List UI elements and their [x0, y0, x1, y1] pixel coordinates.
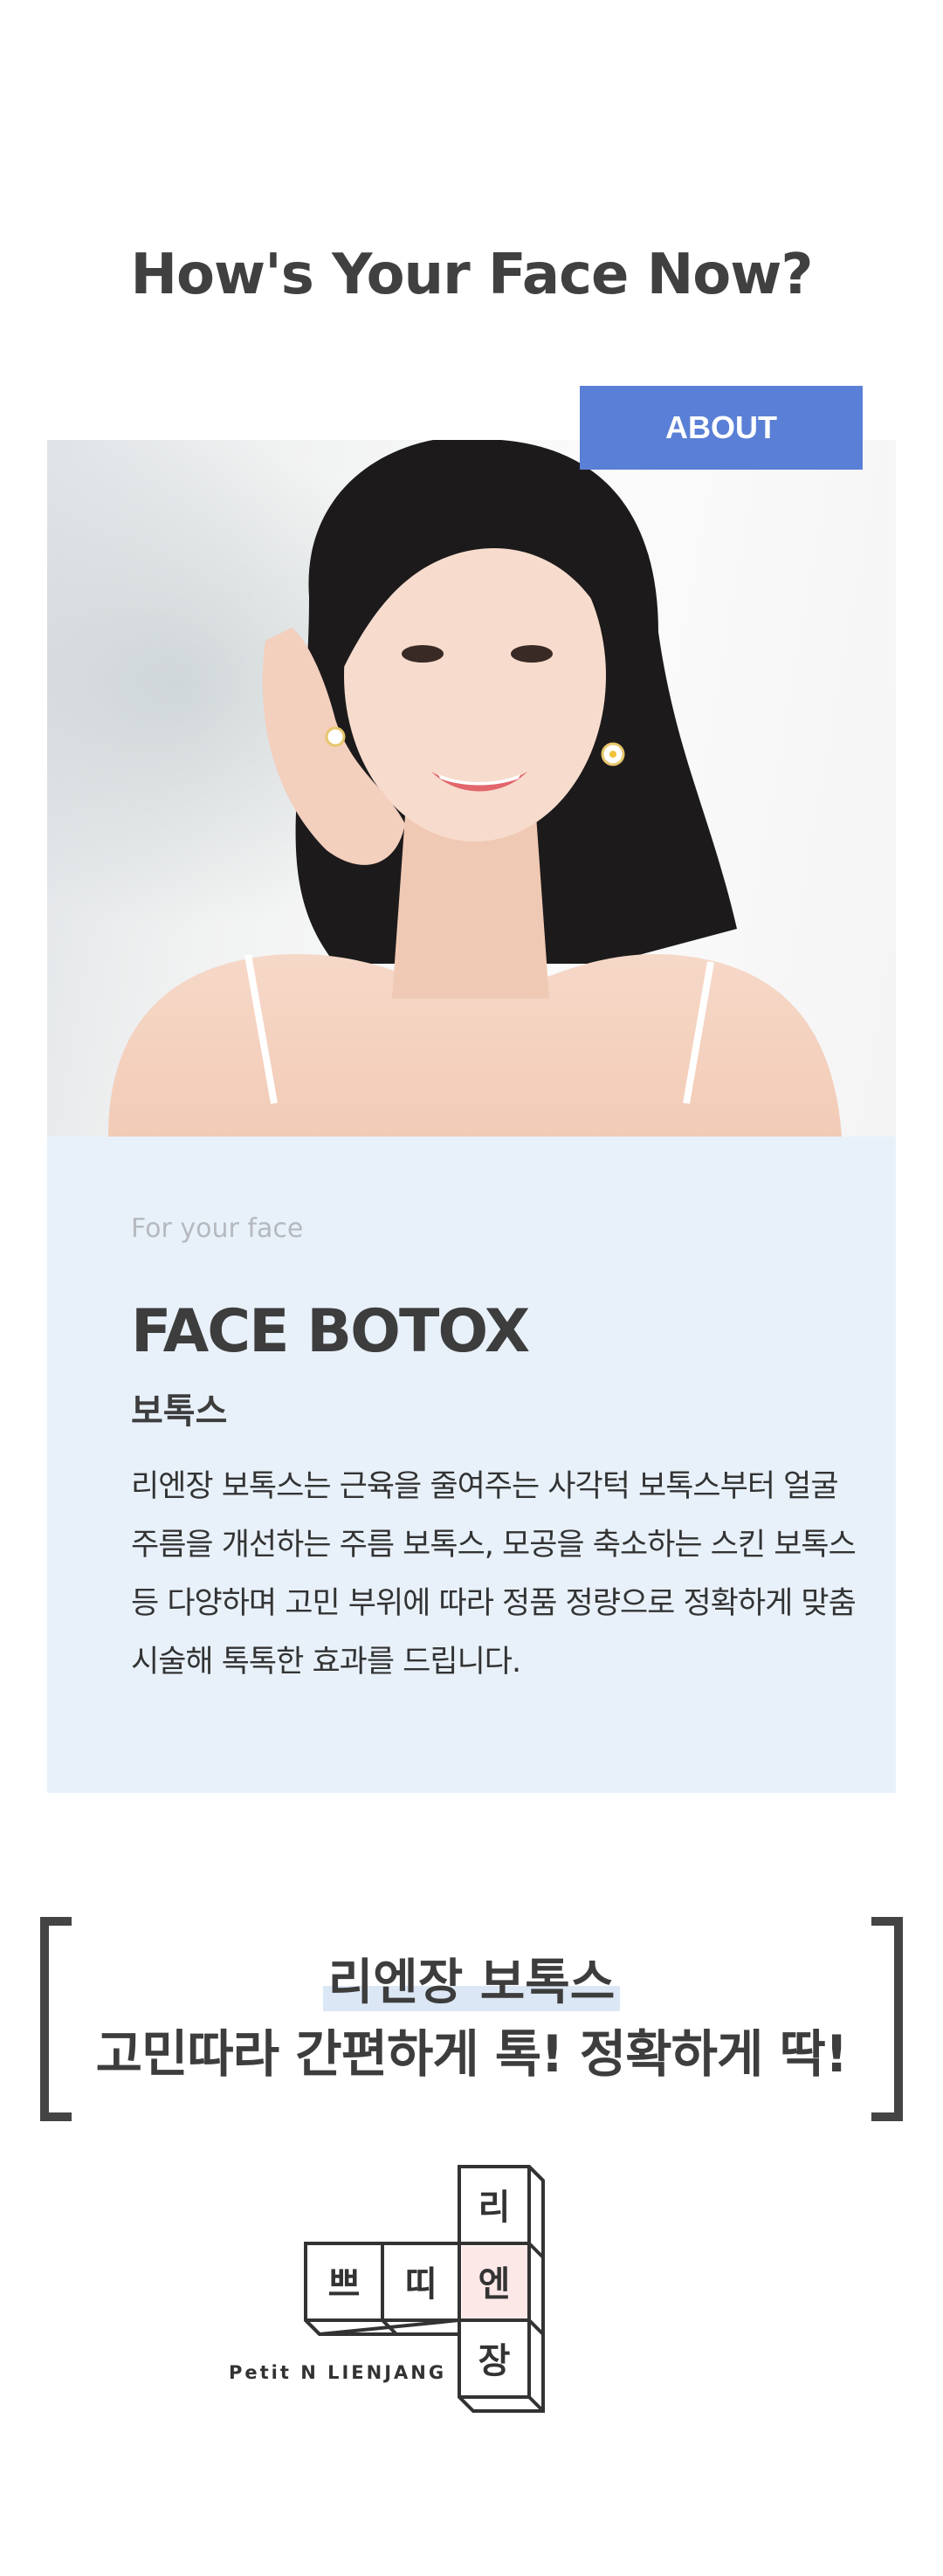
info-korean-title: 보톡스	[131, 1391, 228, 1432]
page-title: How's Your Face Now?	[130, 243, 813, 307]
info-subtitle: For your face	[131, 1213, 304, 1244]
slogan-line-1: 리엔장 보톡스	[0, 1943, 943, 2014]
logo-block-jang: 장	[478, 2341, 511, 2381]
logo-block-ri: 리	[478, 2188, 511, 2228]
logo-tagline: Petit N LIENJANG	[229, 2362, 447, 2383]
logo-block-tti: 띠	[405, 2264, 437, 2305]
model-photo	[47, 440, 896, 1137]
info-panel: For your face FACE BOTOX 보톡스 리엔장 보톡스는 근육…	[47, 1137, 896, 1793]
logo-block-en: 엔	[478, 2264, 511, 2305]
slogan-highlight: 리엔장 보톡스	[322, 1954, 621, 2011]
info-description: 리엔장 보톡스는 근육을 줄여주는 사각턱 보톡스부터 얼굴 주름을 개선하는 …	[131, 1469, 857, 1680]
logo-block-ppeu: 쁘	[328, 2264, 361, 2305]
slogan-line-2: 고민따라 간편하게 톡! 정확하게 딱!	[95, 2024, 849, 2084]
about-button[interactable]: ABOUT	[580, 386, 863, 470]
info-title: FACE BOTOX	[131, 1297, 530, 1366]
